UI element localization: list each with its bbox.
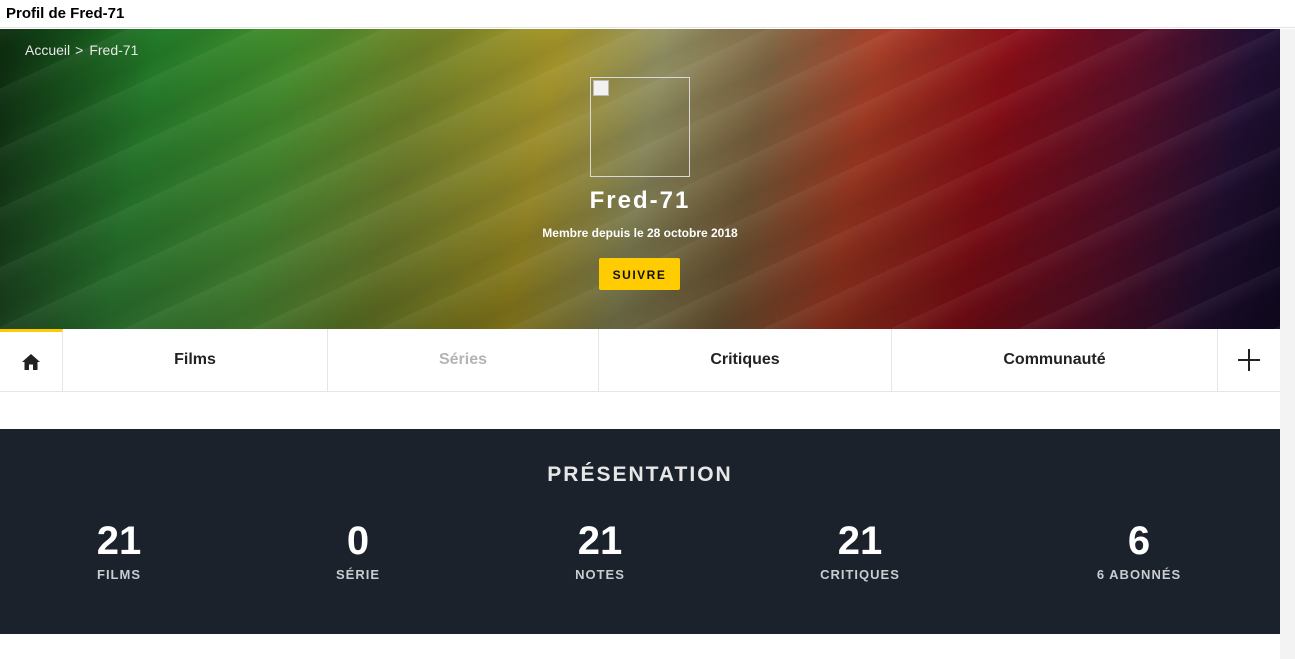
stat-value: 21	[837, 519, 883, 563]
presentation-section: PRÉSENTATION 21 FILMS 0 SÉRIE 21 NOTES 2…	[0, 429, 1280, 634]
tab-communaute-label: Communauté	[1003, 351, 1106, 368]
stat-films[interactable]: 21 FILMS	[19, 517, 219, 582]
tab-series-label: Séries	[438, 351, 488, 368]
plus-icon	[1237, 349, 1260, 371]
tab-critiques[interactable]: Critiques	[599, 329, 892, 391]
stat-label: CRITIQUES	[820, 567, 900, 582]
stat-critiques[interactable]: 21 CRITIQUES	[760, 517, 960, 582]
stat-value: 21	[577, 519, 623, 563]
stat-notes[interactable]: 21 NOTES	[500, 517, 700, 582]
tab-critiques-label: Critiques	[710, 351, 780, 368]
breadcrumb-home-link[interactable]: Accueil	[25, 42, 70, 58]
breadcrumb-separator: >	[75, 42, 84, 58]
tab-films[interactable]: Films	[63, 329, 328, 391]
tab-home[interactable]	[0, 329, 63, 391]
stat-label: SÉRIE	[335, 567, 380, 582]
follow-button[interactable]: SUIVRE	[599, 258, 680, 290]
presentation-title: PRÉSENTATION	[547, 463, 733, 486]
stat-series[interactable]: 0 SÉRIE	[258, 517, 458, 582]
breadcrumb-current: Fred-71	[89, 42, 139, 58]
stat-value: 21	[96, 519, 142, 563]
tab-films-label: Films	[174, 351, 216, 368]
breadcrumb: Accueil > Fred-71	[25, 42, 138, 58]
member-since: Membre depuis le 28 octobre 2018	[542, 226, 738, 240]
stat-label: FILMS	[97, 567, 141, 582]
tab-series[interactable]: Séries	[328, 329, 599, 391]
home-icon	[22, 353, 40, 370]
stat-label: NOTES	[575, 567, 625, 582]
tab-communaute[interactable]: Communauté	[892, 329, 1218, 391]
stat-value: 6	[1127, 519, 1151, 563]
window-title-bar: Profil de Fred-71	[0, 0, 1295, 28]
stat-value: 0	[346, 519, 370, 563]
stat-abonnes[interactable]: 6 6 ABONNÉS	[1039, 517, 1239, 582]
profile-tabs: Films Séries Critiques Communauté	[0, 329, 1280, 392]
broken-image-icon	[593, 80, 609, 96]
more-tabs-button[interactable]	[1217, 329, 1279, 391]
window-title: Profil de Fred-71	[6, 5, 125, 22]
stat-label: 6 ABONNÉS	[1096, 567, 1182, 582]
profile-username: Fred-71	[589, 187, 691, 214]
avatar	[590, 77, 690, 177]
scrollbar-track[interactable]	[1280, 29, 1295, 659]
profile-header: Accueil > Fred-71 Fred-71 Membre depuis le…	[0, 29, 1280, 329]
